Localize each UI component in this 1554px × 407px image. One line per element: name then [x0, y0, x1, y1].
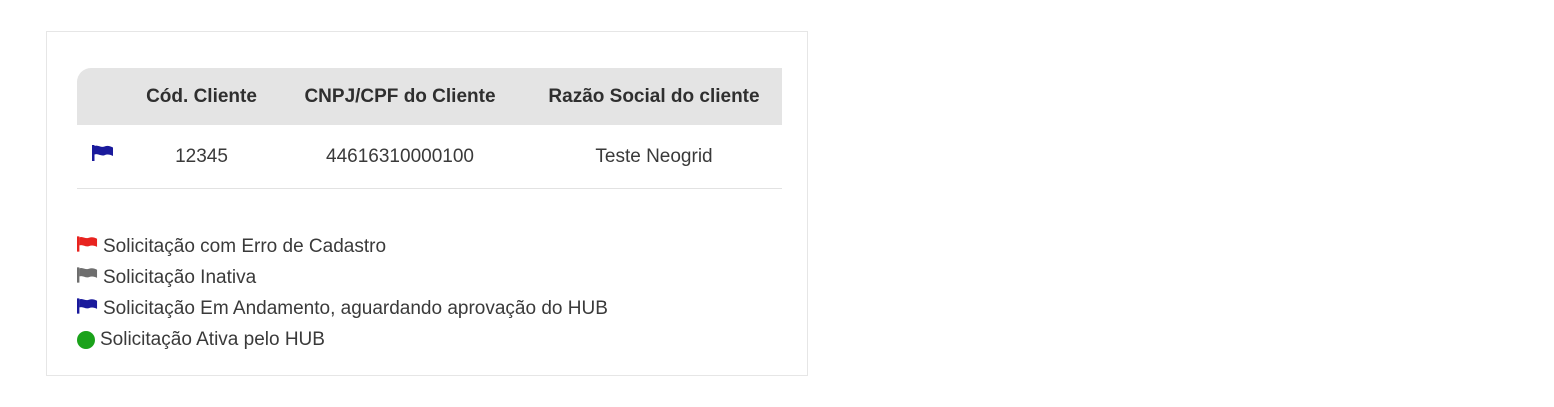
legend-item-active: Solicitação Ativa pelo HUB: [77, 324, 608, 355]
column-header-cod-cliente[interactable]: Cód. Cliente: [129, 68, 274, 125]
legend-label: Solicitação Inativa: [103, 267, 257, 288]
legend-label: Solicitação com Erro de Cadastro: [103, 236, 387, 257]
flag-in-progress-icon: [77, 293, 98, 324]
column-header-razao-social[interactable]: Razão Social do cliente: [526, 68, 782, 125]
row-cod-cliente: 12345: [129, 125, 274, 189]
table-body: 12345 44616310000100 Teste Neogrid: [77, 125, 782, 189]
row-razao-social: Teste Neogrid: [526, 125, 782, 189]
table-header: Cód. Cliente CNPJ/CPF do Cliente Razão S…: [77, 68, 782, 125]
row-status-cell: [77, 125, 129, 189]
client-requests-table: Cód. Cliente CNPJ/CPF do Cliente Razão S…: [77, 68, 782, 189]
flag-error-icon: [77, 231, 98, 262]
legend-label: Solicitação Ativa pelo HUB: [100, 329, 325, 350]
table-row[interactable]: 12345 44616310000100 Teste Neogrid: [77, 125, 782, 189]
active-dot-icon: [77, 330, 95, 349]
table-header-row: Cód. Cliente CNPJ/CPF do Cliente Razão S…: [77, 68, 782, 125]
flag-in-progress-icon: [92, 145, 114, 167]
column-header-status: [77, 68, 129, 125]
column-header-cnpj-cpf[interactable]: CNPJ/CPF do Cliente: [274, 68, 526, 125]
status-legend: Solicitação com Erro de Cadastro Solicit…: [77, 231, 608, 355]
legend-label: Solicitação Em Andamento, aguardando apr…: [103, 298, 608, 319]
legend-item-inactive: Solicitação Inativa: [77, 262, 608, 293]
legend-item-in-progress: Solicitação Em Andamento, aguardando apr…: [77, 293, 608, 324]
requests-panel: Cód. Cliente CNPJ/CPF do Cliente Razão S…: [46, 31, 808, 376]
flag-inactive-icon: [77, 262, 98, 293]
legend-item-error: Solicitação com Erro de Cadastro: [77, 231, 608, 262]
row-cnpj-cpf: 44616310000100: [274, 125, 526, 189]
